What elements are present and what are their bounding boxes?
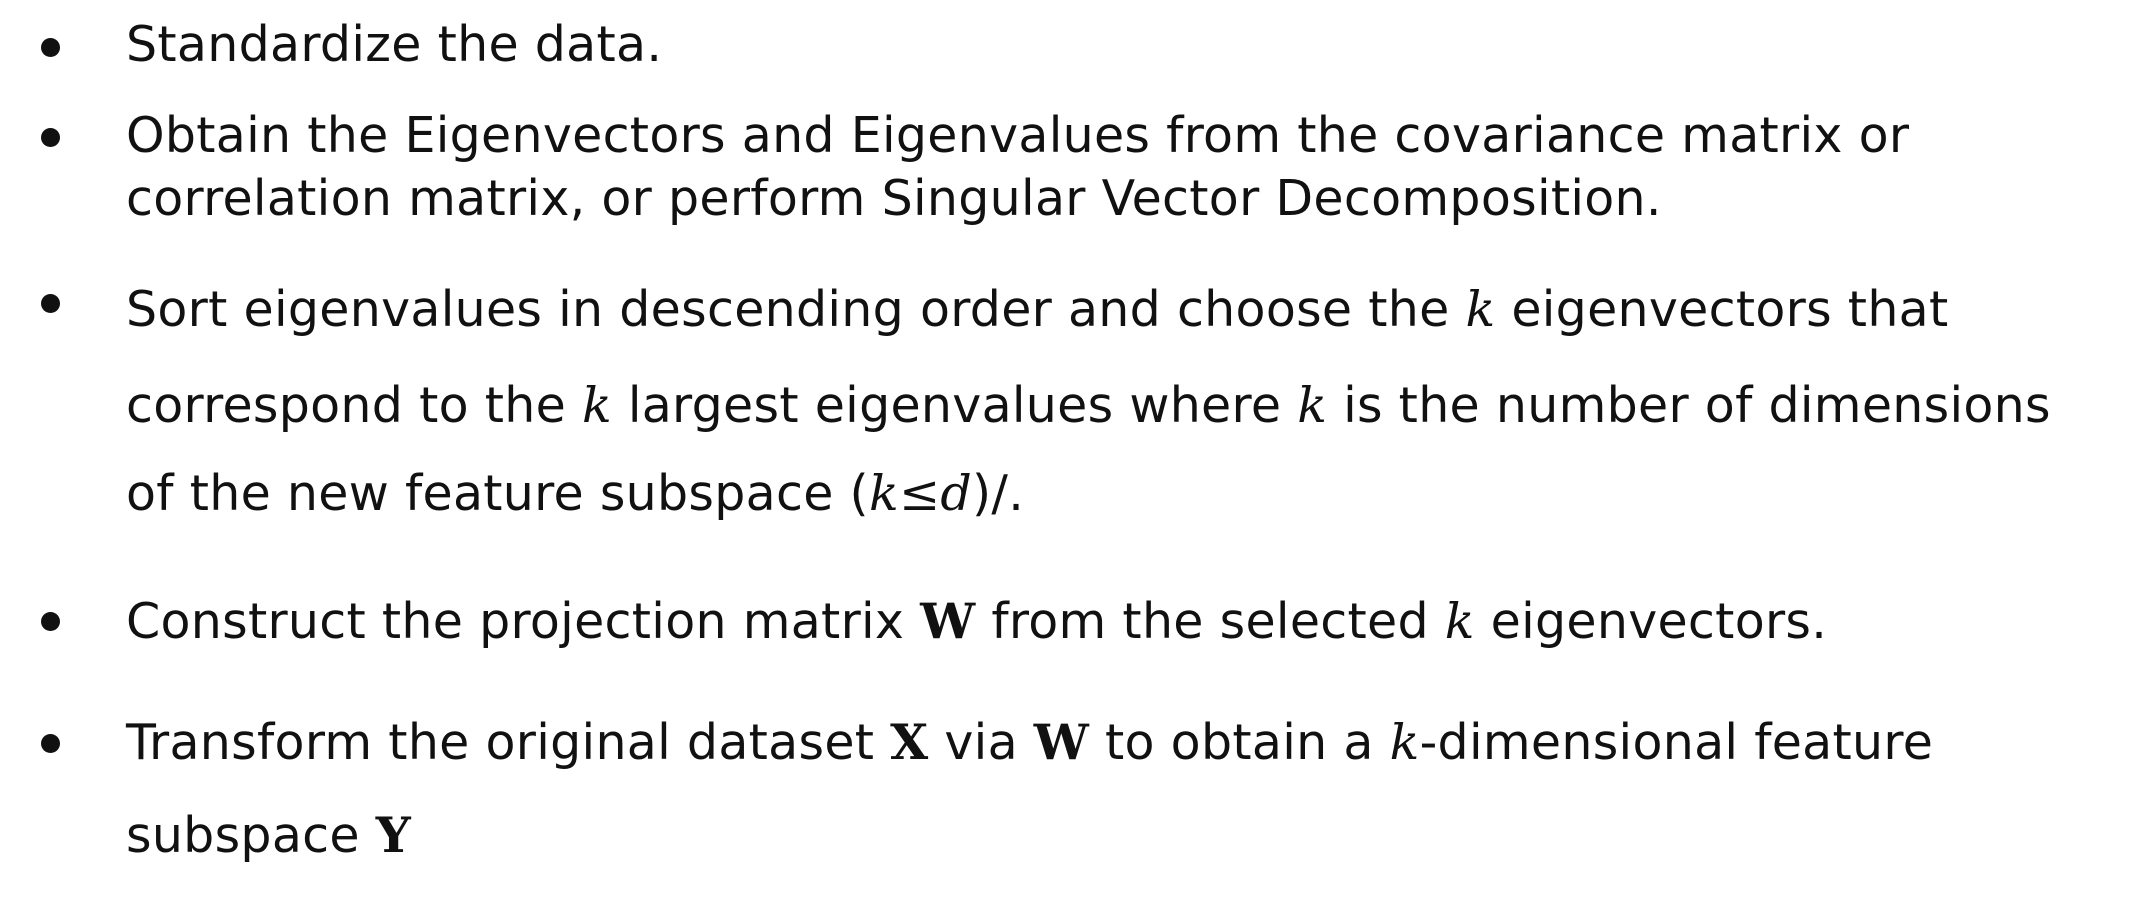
step-text: Obtain the Eigenvectors and Eigenvalues … (126, 104, 2136, 230)
step-3-text: is the number of dimensions (1327, 377, 2051, 434)
step-3-text: )/. (971, 465, 1025, 522)
math-k: k (581, 377, 612, 434)
math-Y: Y (375, 806, 411, 864)
step-5-text: -dimensional feature (1419, 714, 1934, 771)
list-item: Construct the projection matrix W from t… (0, 583, 2148, 659)
step-4-text: Construct the projection matrix (126, 593, 921, 650)
math-X: X (890, 713, 929, 771)
bullet-icon (41, 734, 60, 753)
step-3-text: eigenvectors that (1495, 281, 1949, 338)
math-W: W (1033, 713, 1090, 771)
step-3-text: largest eigenvalues where (611, 377, 1298, 434)
step-2-line-2: correlation matrix, or perform Singular … (126, 170, 1662, 227)
bullet-icon (41, 128, 60, 147)
step-text: Transform the original dataset X via W t… (126, 694, 2136, 880)
list-item: Obtain the Eigenvectors and Eigenvalues … (0, 104, 2148, 230)
step-4-text: eigenvectors. (1474, 593, 1828, 650)
bullet-icon (41, 294, 60, 313)
step-2-line-1: Obtain the Eigenvectors and Eigenvalues … (126, 107, 1910, 164)
list-item: Transform the original dataset X via W t… (0, 694, 2148, 884)
bullet-icon (41, 612, 60, 631)
math-k: k (1444, 593, 1475, 650)
math-k: k (1389, 714, 1420, 771)
step-1-text: Standardize the data. (126, 16, 663, 73)
step-text: Construct the projection matrix W from t… (126, 583, 2136, 659)
math-k-le-d: k≤d (868, 465, 972, 522)
step-5-text: to obtain a (1089, 714, 1390, 771)
step-5-text: subspace (126, 807, 376, 864)
step-4-text: from the selected (975, 593, 1445, 650)
step-3-text: Sort eigenvalues in descending order and… (126, 281, 1466, 338)
step-5-text: Transform the original dataset (126, 714, 891, 771)
step-3-text: correspond to the (126, 377, 582, 434)
step-3-text: of the new feature subspace ( (126, 465, 869, 522)
step-text: Standardize the data. (126, 15, 2136, 75)
step-text: Sort eigenvalues in descending order and… (126, 262, 2136, 534)
list-item: Standardize the data. (0, 15, 2148, 75)
math-k: k (1465, 281, 1496, 338)
math-k: k (1297, 377, 1328, 434)
list-item: Sort eigenvalues in descending order and… (0, 262, 2148, 537)
math-W: W (920, 592, 976, 650)
step-5-text: via (928, 714, 1034, 771)
bullet-icon (41, 38, 60, 57)
